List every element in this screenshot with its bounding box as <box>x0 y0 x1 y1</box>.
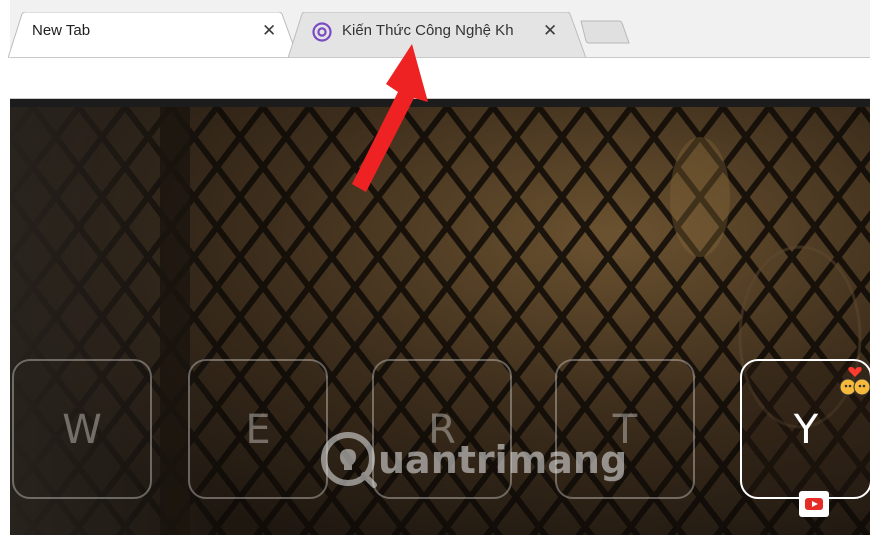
shortcut-letter: E <box>245 407 271 453</box>
tab-title: New Tab <box>32 22 91 39</box>
couple-heart-emoji-icon <box>839 367 870 396</box>
shortcut-tile-e[interactable]: E <box>188 359 328 499</box>
red-arrow-icon <box>352 44 428 192</box>
shortcut-tile-w[interactable]: W <box>12 359 152 499</box>
new-tab-page: W E R T Y uantrimang <box>10 107 870 535</box>
page-top-edge <box>10 99 870 107</box>
tab-new-tab[interactable]: New Tab ✕ <box>8 12 298 58</box>
tab-title: Kiến Thức Công Nghệ Kh <box>342 22 514 39</box>
watermark-text: uantrimang <box>378 438 627 482</box>
quantrimang-watermark: uantrimang <box>318 425 658 500</box>
new-tab-button[interactable] <box>579 19 631 45</box>
quantrimang-logo <box>321 432 377 488</box>
window-frame-left <box>0 0 10 535</box>
at-sign-favicon-icon <box>312 22 332 42</box>
toolbar <box>10 58 870 99</box>
close-tab-icon[interactable]: ✕ <box>543 21 557 41</box>
shortcut-letter: Y <box>793 407 819 453</box>
shortcut-letter: W <box>62 407 102 453</box>
youtube-icon <box>799 491 829 517</box>
close-tab-icon[interactable]: ✕ <box>262 21 276 41</box>
